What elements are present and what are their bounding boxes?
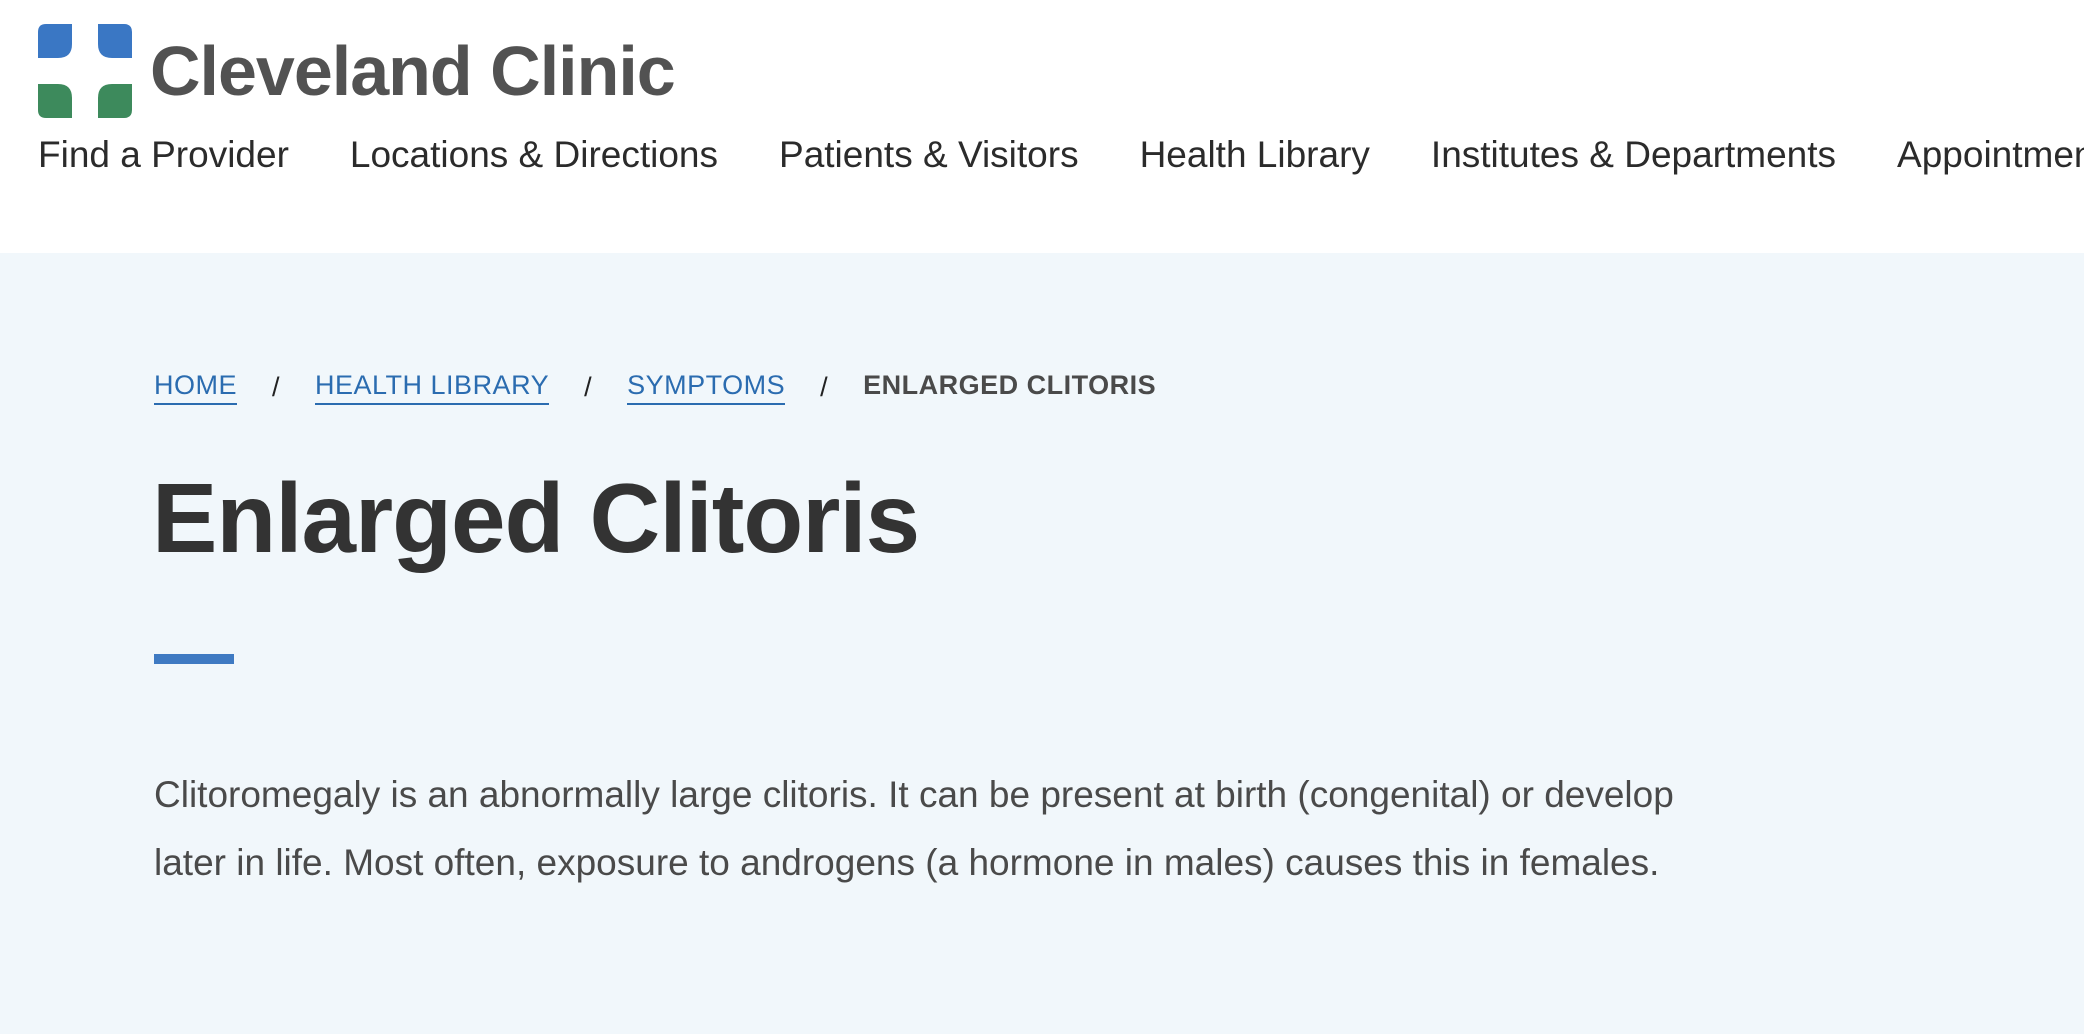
site-header: Cleveland Clinic Find a Provider Locatio… xyxy=(0,0,2084,253)
breadcrumb: HOME / HEALTH LIBRARY / SYMPTOMS / ENLAR… xyxy=(154,369,1156,405)
site-logo-link[interactable]: Cleveland Clinic xyxy=(38,24,676,118)
article-intro: Clitoromegaly is an abnormally large cli… xyxy=(154,774,1674,883)
page-title: Enlarged Clitoris xyxy=(152,463,920,573)
nav-item-locations-directions[interactable]: Locations & Directions xyxy=(350,132,718,178)
breadcrumb-link-home[interactable]: HOME xyxy=(154,369,237,405)
breadcrumb-separator: / xyxy=(820,372,829,402)
nav-item-patients-visitors[interactable]: Patients & Visitors xyxy=(779,132,1079,178)
breadcrumb-link-symptoms[interactable]: SYMPTOMS xyxy=(627,369,786,405)
breadcrumb-separator: / xyxy=(272,372,281,402)
nav-item-health-library[interactable]: Health Library xyxy=(1140,132,1370,178)
breadcrumb-separator: / xyxy=(584,372,593,402)
nav-item-appointments[interactable]: Appointments xyxy=(1897,132,2084,178)
cleveland-clinic-logo-icon xyxy=(38,24,132,118)
breadcrumb-link-health-library[interactable]: HEALTH LIBRARY xyxy=(315,369,550,405)
breadcrumb-current-page: ENLARGED CLITORIS xyxy=(863,370,1157,400)
nav-item-institutes-departments[interactable]: Institutes & Departments xyxy=(1431,132,1836,178)
article-hero: HOME / HEALTH LIBRARY / SYMPTOMS / ENLAR… xyxy=(0,253,2084,1034)
title-accent-rule xyxy=(154,654,234,664)
main-navigation: Find a Provider Locations & Directions P… xyxy=(38,132,2084,178)
nav-item-find-a-provider[interactable]: Find a Provider xyxy=(38,132,289,178)
site-logo-text: Cleveland Clinic xyxy=(150,32,676,110)
